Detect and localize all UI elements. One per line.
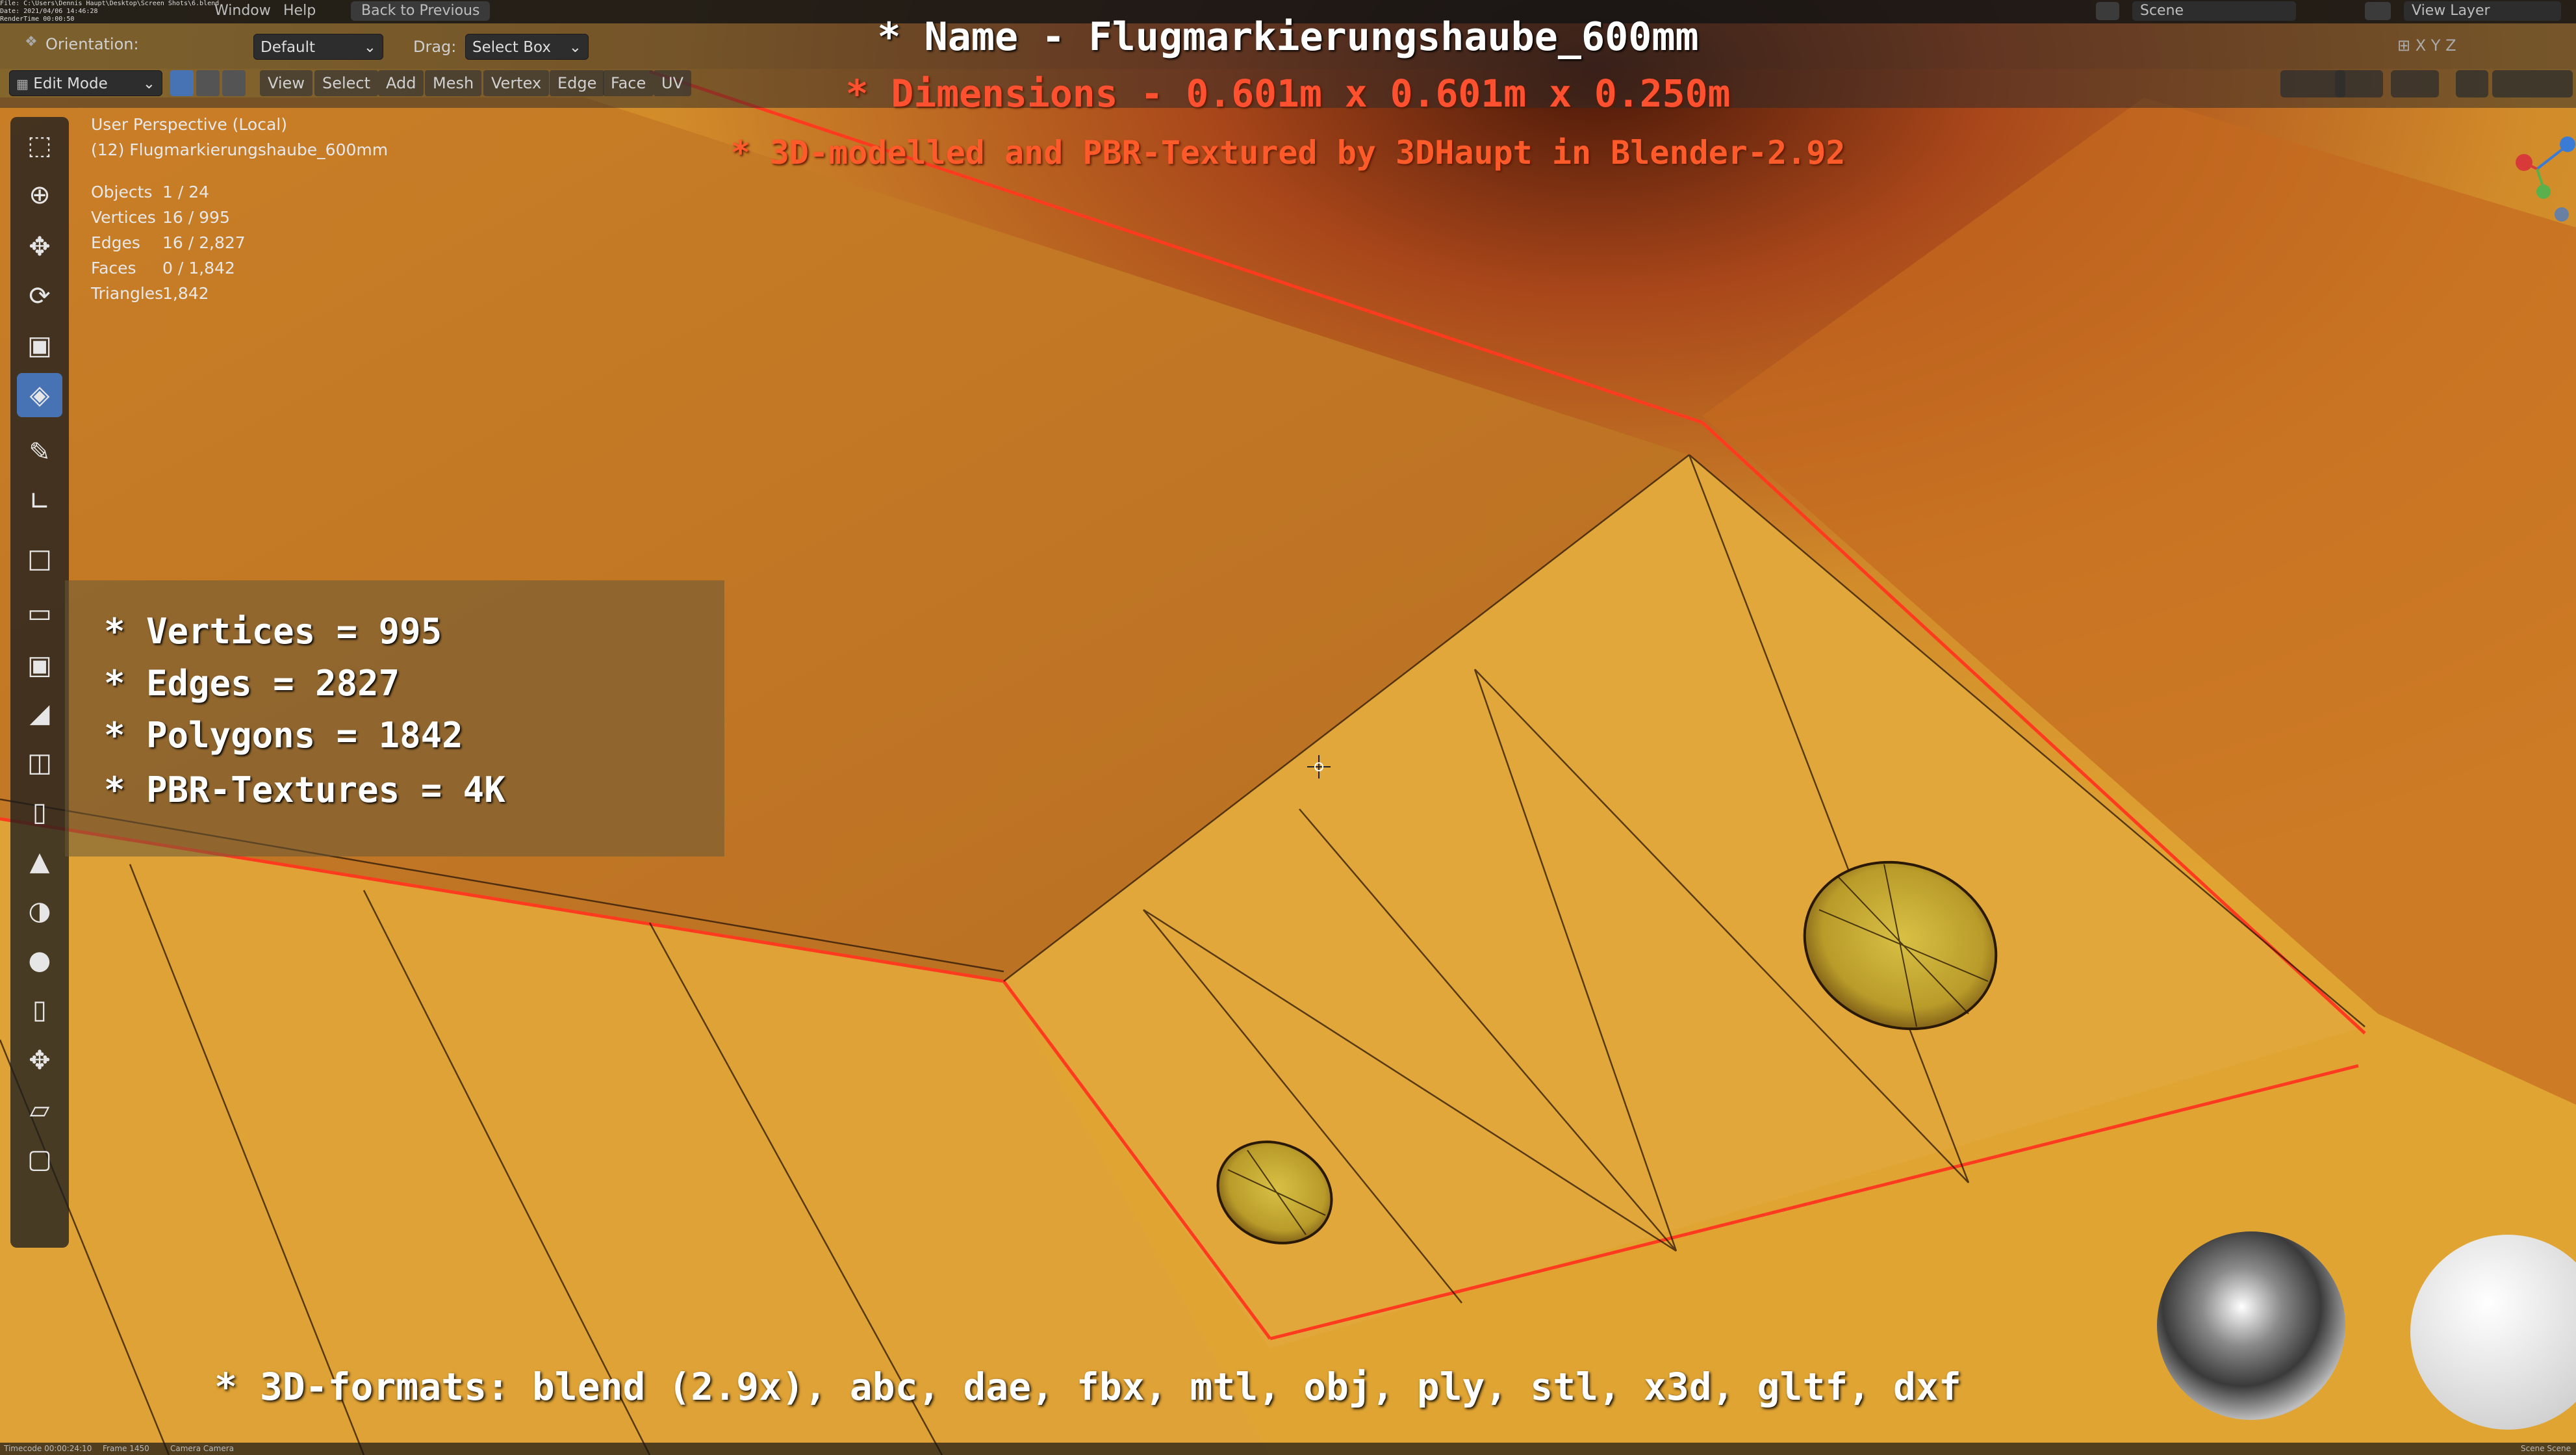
scene-statistics: Objects 1 / 24 Vertices 16 / 995 Edges 16 /…	[91, 179, 246, 306]
stat-label: Objects	[91, 183, 153, 201]
overlay-dimensions-line: * Dimensions - 0.601m x 0.601m x 0.250m	[845, 71, 1731, 116]
gizmo-y-axis-icon[interactable]	[2536, 185, 2551, 199]
stat-row-edges: Edges 16 / 2,827	[91, 230, 246, 255]
shear-tool[interactable]: ▱	[17, 1088, 62, 1132]
annotate-tool[interactable]: ✎	[17, 430, 62, 474]
transform-tool[interactable]: ◈	[17, 373, 62, 417]
loop-cut-tool[interactable]: ◫	[17, 741, 62, 785]
overlay-spec-textures: * PBR-Textures = 4K	[104, 769, 505, 810]
stat-value: 1,842	[162, 284, 209, 303]
camera-text: Camera Camera	[170, 1444, 234, 1453]
measure-tool[interactable]: ∟	[17, 480, 62, 524]
shear-icon: ▱	[29, 1095, 50, 1125]
stat-row-vertices: Vertices 16 / 995	[91, 205, 246, 230]
edge-slide-tool[interactable]: ▯	[17, 988, 62, 1032]
extrude-icon: ▭	[27, 599, 52, 628]
loop-cut-icon: ◫	[27, 748, 52, 778]
stat-row-triangles: Triangles1,842	[91, 281, 246, 306]
shrink-fatten-tool[interactable]: ✥	[17, 1038, 62, 1083]
knife-tool[interactable]: ▯	[17, 790, 62, 834]
stat-label: Triangles	[91, 284, 164, 303]
bevel-tool[interactable]: ◢	[17, 691, 62, 736]
rip-tool[interactable]: ▢	[17, 1137, 62, 1181]
tool-shelf: ⬚ ⊕ ✥ ⟳ ▣ ◈ ✎ ∟ □ ▭ ▣ ◢ ◫ ▯ ▲ ◑ ● ▯ ✥ ▱ …	[10, 117, 69, 1248]
rip-icon: ▢	[27, 1144, 52, 1174]
stat-value: 16 / 995	[162, 208, 230, 227]
rotate-tool[interactable]: ⟳	[17, 274, 62, 318]
scale-icon: ▣	[27, 331, 52, 361]
inset-icon: ▣	[27, 650, 52, 680]
stat-row-faces: Faces 0 / 1,842	[91, 255, 246, 281]
overlay-credit-line: * 3D-modelled and PBR-Textured by 3DHaup…	[730, 134, 1846, 172]
shrink-fatten-icon: ✥	[29, 1046, 51, 1075]
cursor-icon: ⊕	[29, 180, 51, 210]
spin-icon: ◑	[28, 896, 51, 926]
stat-label: Edges	[91, 233, 140, 252]
stat-row-objects: Objects 1 / 24	[91, 179, 246, 205]
add-cube-tool[interactable]: □	[17, 537, 62, 581]
transform-icon: ◈	[29, 380, 50, 410]
move-icon: ✥	[29, 232, 51, 262]
cursor-tool[interactable]: ⊕	[17, 173, 62, 217]
overlay-formats-line: * 3D-formats: blend (2.9x), abc, dae, fb…	[214, 1365, 1961, 1409]
stat-value: 16 / 2,827	[162, 233, 246, 252]
scene-text: Scene Scene	[2521, 1444, 2571, 1453]
inset-tool[interactable]: ▣	[17, 643, 62, 688]
knife-icon: ▯	[32, 797, 47, 827]
scale-tool[interactable]: ▣	[17, 324, 62, 368]
move-tool[interactable]: ✥	[17, 225, 62, 269]
smooth-icon: ●	[28, 946, 51, 975]
frame-text: Frame 1450	[103, 1444, 149, 1453]
stat-label: Vertices	[91, 208, 156, 227]
timecode-text: Timecode 00:00:24:10	[4, 1444, 92, 1453]
smooth-tool[interactable]: ●	[17, 938, 62, 983]
overlay-spec-vertices: * Vertices = 995	[104, 611, 442, 652]
overlay-spec-polygons: * Polygons = 1842	[104, 715, 463, 756]
bevel-icon: ◢	[29, 699, 50, 728]
annotate-icon: ✎	[29, 437, 51, 467]
poly-build-icon: ▲	[29, 847, 50, 877]
spin-tool[interactable]: ◑	[17, 889, 62, 933]
stat-label: Faces	[91, 259, 136, 277]
overlay-spec-edges: * Edges = 2827	[104, 663, 400, 704]
rotate-icon: ⟳	[29, 281, 51, 311]
file-path-text: File: C:\Users\Dennis Haupt\Desktop\Scre…	[0, 0, 220, 7]
viewport[interactable]: File: C:\Users\Dennis Haupt\Desktop\Scre…	[0, 0, 2576, 1455]
measure-icon: ∟	[29, 487, 51, 517]
3d-cursor-icon[interactable]	[1306, 754, 1332, 780]
edge-slide-icon: ▯	[32, 995, 47, 1025]
add-cube-icon: □	[27, 544, 52, 574]
status-bar: Timecode 00:00:24:10 Frame 1450 Camera C…	[0, 1443, 2576, 1455]
poly-build-tool[interactable]: ▲	[17, 840, 62, 884]
overlay-name-line: * Name - Flugmarkierungshaube_600mm	[877, 14, 1699, 60]
stat-value: 0 / 1,842	[162, 259, 235, 277]
stat-value: 1 / 24	[162, 183, 210, 201]
extrude-tool[interactable]: ▭	[17, 591, 62, 636]
